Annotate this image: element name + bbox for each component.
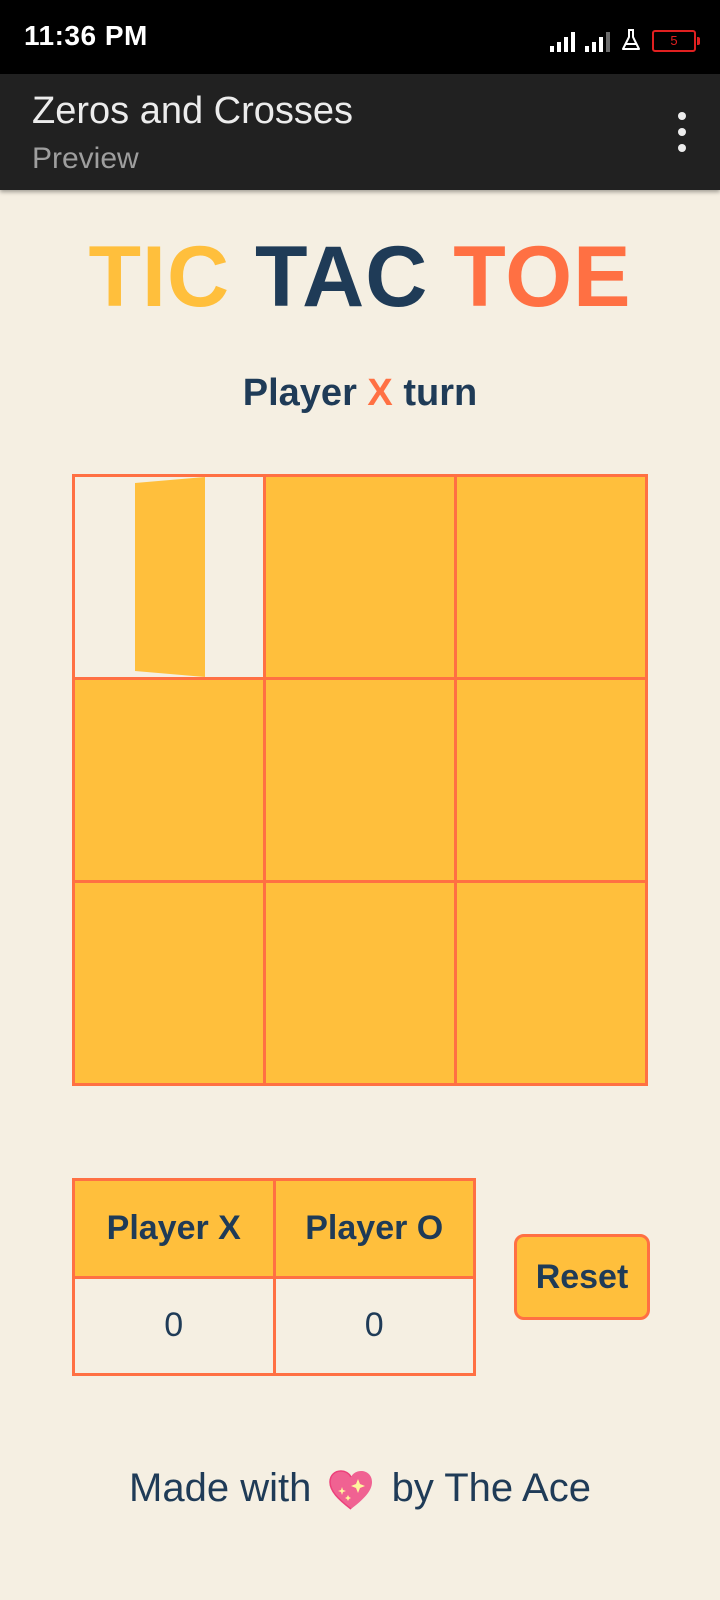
app-title: Zeros and Crosses (32, 90, 354, 132)
turn-indicator: Player X turn (0, 372, 720, 415)
reset-button[interactable]: Reset (514, 1234, 650, 1320)
player-o-header: Player O (275, 1181, 473, 1276)
footer-suffix: by The Ace (391, 1466, 591, 1510)
more-vert-icon[interactable] (670, 108, 694, 156)
sparkling-heart-icon (329, 1470, 373, 1511)
title-tac: TAC (254, 229, 429, 325)
battery-icon: 5 (652, 30, 700, 52)
board-cell-2[interactable] (266, 477, 454, 677)
board-cell-3[interactable] (457, 477, 645, 677)
status-time: 11:36 PM (24, 20, 148, 51)
footer-prefix: Made with (129, 1466, 312, 1510)
board-cell-5[interactable] (266, 680, 454, 880)
turn-suffix: turn (403, 372, 478, 414)
turn-prefix: Player (242, 372, 357, 414)
player-x-score: 0 (75, 1278, 273, 1373)
footer: Made with by The Ace (0, 1466, 720, 1511)
lab-flask-icon (622, 29, 640, 50)
game-title: TIC TAC TOE (0, 228, 720, 327)
status-icons: 5 (550, 22, 700, 52)
game-board (72, 474, 648, 1086)
title-tic: TIC (88, 229, 231, 325)
title-toe: TOE (453, 229, 632, 325)
board-cell-7[interactable] (75, 883, 263, 1083)
app-subtitle: Preview (32, 142, 139, 175)
board-cell-4[interactable] (75, 680, 263, 880)
player-x-header: Player X (75, 1181, 273, 1276)
player-o-score: 0 (275, 1278, 473, 1373)
signal-strength-icon-2 (585, 30, 610, 52)
signal-strength-icon (550, 30, 575, 52)
board-cell-8[interactable] (266, 883, 454, 1083)
board-cell-6[interactable] (457, 680, 645, 880)
status-bar: 11:36 PM 5 (0, 0, 720, 74)
app-bar: Zeros and Crosses Preview (0, 74, 720, 190)
board-cell-1[interactable] (75, 477, 263, 677)
score-table: Player X Player O 0 0 (72, 1178, 476, 1376)
board-cell-9[interactable] (457, 883, 645, 1083)
turn-player: X (367, 372, 393, 414)
cell-flip-panel (135, 477, 205, 677)
